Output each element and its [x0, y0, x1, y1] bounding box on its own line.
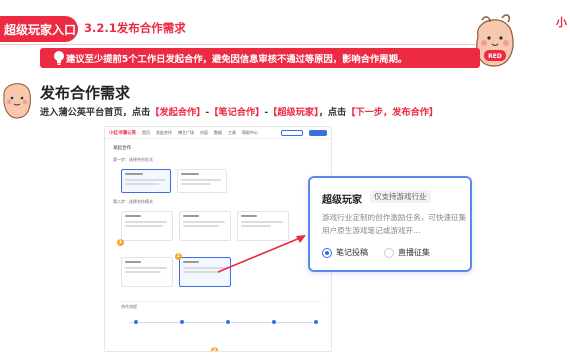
industry-badge: 仅支持游戏行业	[370, 190, 431, 203]
card-line	[181, 183, 211, 185]
flow-node	[179, 319, 185, 325]
super-player-popup[interactable]: 超级玩家 仅支持游戏行业 游戏行业定制的创作激励任务，可快速征集用户原生游戏笔记…	[308, 176, 472, 272]
lightbulb-icon	[54, 51, 64, 65]
nav-item[interactable]: 数据	[214, 130, 222, 136]
card-line	[125, 271, 161, 273]
nav-item[interactable]: 博主广场	[178, 130, 194, 136]
option-note-submission[interactable]: 笔记投稿	[322, 247, 368, 258]
desc-step-next: 【下一步，发布合作】	[346, 107, 439, 118]
radio-unselected-icon[interactable]	[384, 247, 394, 258]
step-marker: 3	[211, 347, 218, 352]
desc-step-player: 【超级玩家】	[268, 107, 319, 118]
nav-item[interactable]: 内容	[200, 130, 208, 136]
desc-prefix: 进入蒲公英平台首页，点击	[40, 107, 151, 118]
header-divider	[0, 44, 480, 45]
card-line	[241, 221, 283, 223]
nav-item[interactable]: 首页	[142, 130, 150, 136]
flow-node	[313, 319, 319, 325]
card-line	[125, 267, 167, 269]
option-card-note[interactable]	[121, 169, 171, 193]
popup-title: 超级玩家	[322, 195, 362, 206]
screenshot-primary-button[interactable]	[309, 129, 327, 136]
card-line	[183, 221, 225, 223]
slide: 超级玩家入口 3.2.1发布合作需求 小 RED 建议至少提前5个工作日发起合作…	[0, 0, 570, 360]
desc-step-note: 【笔记合作】	[209, 107, 265, 118]
desc-step-start: 【发起合作】	[150, 107, 206, 118]
card-line	[181, 179, 221, 181]
card-heading	[125, 215, 141, 218]
card-heading	[125, 173, 143, 176]
tip-text: 建议至少提前5个工作日发起合作，避免因信息审核不通过等原因，影响合作周期。	[66, 54, 408, 65]
step2-label: 第二步：选择合作模式	[113, 199, 153, 204]
card-heading	[183, 215, 199, 218]
section-tag: 超级玩家入口	[0, 16, 78, 42]
popup-description: 游戏行业定制的创作激励任务，可快速征集用户原生游戏笔记或游戏开...	[322, 213, 467, 235]
screenshot-topbar: 小红书蒲公英 首页 发起合作 博主广场 内容 数据 工具 帮助中心	[105, 127, 331, 139]
screenshot-logo: 小红书蒲公英	[109, 130, 136, 136]
card-line	[241, 225, 271, 227]
mascot-avatar	[3, 83, 31, 119]
mode-card[interactable]	[121, 211, 173, 241]
option-label: 笔记投稿	[336, 248, 368, 257]
nav-item[interactable]: 发起合作	[156, 130, 172, 136]
nav-item[interactable]: 帮助中心	[242, 130, 258, 136]
desc-mid: ，点击	[318, 107, 347, 118]
flow-node	[225, 319, 231, 325]
flow-label: 合作流程	[121, 304, 137, 309]
flow-node	[271, 319, 277, 325]
tip-banner: 建议至少提前5个工作日发起合作，避免因信息审核不通过等原因，影响合作周期。	[40, 48, 480, 68]
step-marker: 1	[117, 239, 124, 246]
card-heading	[181, 173, 199, 176]
section-tag-label: 超级玩家入口	[4, 22, 77, 37]
flow-node	[133, 319, 139, 325]
option-card-live[interactable]	[177, 169, 227, 193]
flow-line	[129, 322, 313, 323]
card-heading	[125, 261, 141, 264]
section-title: 发布合作需求	[40, 84, 131, 102]
card-heading	[183, 261, 199, 264]
nav-item[interactable]: 工具	[228, 130, 236, 136]
section-description: 进入蒲公英平台首页，点击【发起合作】-【笔记合作】-【超级玩家】，点击【下一步，…	[40, 104, 438, 118]
card-line	[183, 267, 225, 269]
card-heading	[241, 215, 257, 218]
option-label: 直播征集	[398, 248, 430, 257]
step-marker: 2	[175, 253, 182, 260]
brand-logo: 小	[556, 16, 567, 29]
screenshot-body: 发起合作 第一步：选择合作形式 第二步：选择合作模式 1 2 合作流程 3	[111, 143, 325, 351]
card-line	[125, 221, 167, 223]
card-line	[125, 225, 163, 227]
mode-card[interactable]	[179, 211, 231, 241]
card-line	[125, 179, 165, 181]
card-line	[183, 225, 219, 227]
mascot-badge: RED	[488, 53, 502, 60]
mode-card[interactable]	[121, 257, 173, 287]
mode-card-super-player[interactable]	[179, 257, 231, 287]
platform-screenshot: 小红书蒲公英 首页 发起合作 博主广场 内容 数据 工具 帮助中心 发起合作 第…	[104, 126, 332, 352]
mode-card[interactable]	[237, 211, 289, 241]
cooperation-flow: 合作流程	[121, 301, 321, 345]
option-live-collection[interactable]: 直播征集	[384, 247, 430, 258]
radio-selected-icon[interactable]	[322, 247, 332, 258]
screenshot-outline-button[interactable]	[281, 129, 303, 136]
screenshot-breadcrumb: 发起合作	[113, 146, 131, 151]
card-line	[183, 271, 221, 273]
page-title: 3.2.1发布合作需求	[84, 21, 186, 35]
card-line	[125, 183, 159, 185]
step1-label: 第一步：选择合作形式	[113, 157, 153, 162]
